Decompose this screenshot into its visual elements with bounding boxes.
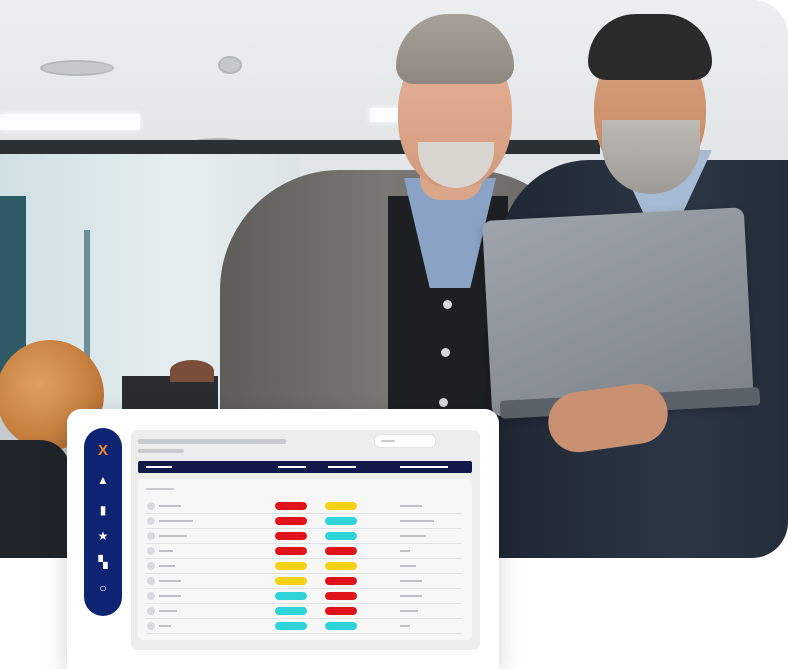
status-pill xyxy=(275,532,307,540)
title-placeholder xyxy=(138,439,286,444)
status-pill xyxy=(325,592,357,600)
row-checkbox[interactable] xyxy=(147,517,155,525)
status-pill xyxy=(275,517,307,525)
status-pill xyxy=(325,562,357,570)
header-label xyxy=(328,466,356,468)
status-pill xyxy=(275,592,307,600)
bar-chart-icon[interactable]: ▮ xyxy=(84,500,122,520)
section-label xyxy=(146,488,174,490)
ceiling-light xyxy=(0,114,140,130)
status-pill xyxy=(325,502,357,510)
alert-triangle-icon[interactable]: ▲ xyxy=(84,470,122,490)
table-row[interactable] xyxy=(146,589,462,604)
table-row[interactable] xyxy=(146,574,462,589)
row-value-placeholder xyxy=(400,520,434,522)
row-value-placeholder xyxy=(400,505,422,507)
status-pill xyxy=(275,547,307,555)
row-label-placeholder xyxy=(159,565,175,567)
logo-x-icon[interactable]: X xyxy=(84,440,122,460)
status-pill xyxy=(325,577,357,585)
row-checkbox[interactable] xyxy=(147,562,155,570)
row-checkbox[interactable] xyxy=(147,592,155,600)
row-label-placeholder xyxy=(159,520,193,522)
hair-right-man xyxy=(588,14,712,80)
status-pill xyxy=(275,502,307,510)
star-icon[interactable]: ★ xyxy=(84,526,122,546)
status-pill xyxy=(275,577,307,585)
status-pill xyxy=(275,622,307,630)
header-label xyxy=(400,466,448,468)
table-row[interactable] xyxy=(146,529,462,544)
row-value-placeholder xyxy=(400,595,422,597)
subtitle-placeholder xyxy=(138,449,184,453)
status-pill xyxy=(325,517,357,525)
status-pill xyxy=(325,607,357,615)
row-checkbox[interactable] xyxy=(147,532,155,540)
row-label-placeholder xyxy=(159,505,181,507)
background-person xyxy=(170,360,214,382)
row-label-placeholder xyxy=(159,625,171,627)
circle-icon[interactable]: ○ xyxy=(84,578,122,598)
table-row[interactable] xyxy=(146,559,462,574)
status-pill xyxy=(325,547,357,555)
table-row[interactable] xyxy=(146,499,462,514)
row-checkbox[interactable] xyxy=(147,547,155,555)
smoke-detector xyxy=(218,56,242,74)
row-label-placeholder xyxy=(159,535,187,537)
row-label-placeholder xyxy=(159,580,181,582)
table-row[interactable] xyxy=(146,604,462,619)
header-label xyxy=(146,466,172,468)
dashboard-sidebar: X ▲ ▮ ★ ▚ ○ xyxy=(84,428,122,616)
button-dot xyxy=(441,348,450,357)
dashboard-grid-icon[interactable]: ▚ xyxy=(84,552,122,572)
row-value-placeholder xyxy=(400,580,422,582)
table-row[interactable] xyxy=(146,514,462,529)
row-value-placeholder xyxy=(400,625,410,627)
status-pill xyxy=(275,562,307,570)
status-pill xyxy=(275,607,307,615)
row-value-placeholder xyxy=(400,550,410,552)
row-checkbox[interactable] xyxy=(147,502,155,510)
header-label xyxy=(278,466,306,468)
foreground-shoulder xyxy=(0,440,70,558)
row-value-placeholder xyxy=(400,610,418,612)
row-value-placeholder xyxy=(400,565,416,567)
status-pill xyxy=(325,622,357,630)
table-row[interactable] xyxy=(146,619,462,634)
button-dot xyxy=(439,398,448,407)
ceiling-vent xyxy=(40,60,114,76)
search-placeholder xyxy=(381,440,395,442)
row-label-placeholder xyxy=(159,610,177,612)
button-dot xyxy=(443,300,452,309)
table-row[interactable] xyxy=(146,544,462,559)
row-label-placeholder xyxy=(159,595,181,597)
row-checkbox[interactable] xyxy=(147,577,155,585)
row-checkbox[interactable] xyxy=(147,607,155,615)
row-label-placeholder xyxy=(159,550,173,552)
row-value-placeholder xyxy=(400,535,426,537)
row-divider xyxy=(146,633,462,634)
search-input[interactable] xyxy=(374,434,436,448)
status-pill xyxy=(325,532,357,540)
ceiling-beam xyxy=(0,140,600,154)
row-checkbox[interactable] xyxy=(147,622,155,630)
